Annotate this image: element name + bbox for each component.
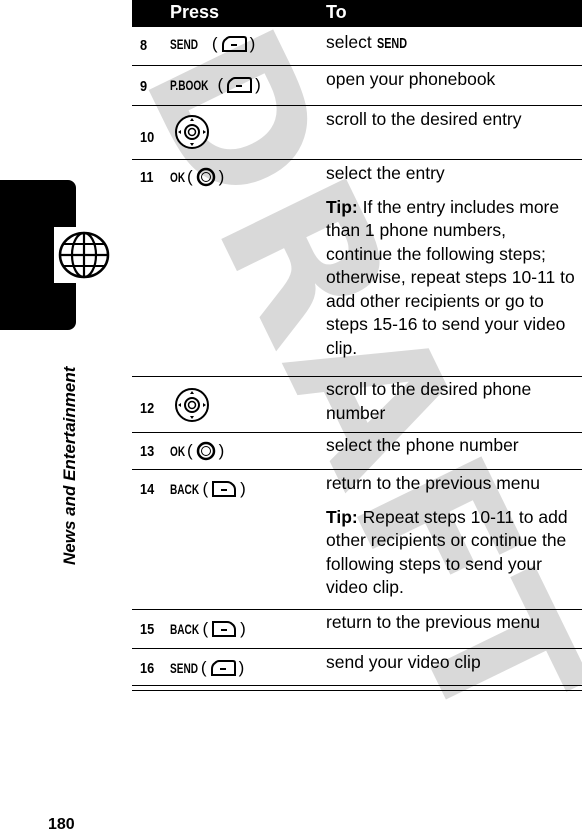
press-cell: BACK( ) (170, 619, 246, 638)
left-soft-key-icon (210, 660, 236, 676)
step-number: 11 (140, 169, 154, 186)
table-row: 15 BACK( ) return to the previous menu (132, 610, 582, 649)
to-cell: select SEND (326, 31, 576, 56)
header-to: To (326, 2, 347, 22)
tip-note: Tip: If the entry includes more than 1 p… (326, 196, 575, 358)
to-cell: return to the previous menu Tip: Repeat … (326, 472, 576, 600)
press-cell: OK( ) (170, 441, 225, 461)
press-cell: BACK( ) (170, 479, 246, 498)
table-row: 8 SEND( ) select SEND (132, 27, 582, 66)
press-cell: OK( ) (170, 167, 225, 187)
header-press: Press (170, 2, 220, 22)
to-cell: return to the previous menu (326, 612, 541, 632)
key-label: BACK (170, 621, 200, 637)
globe-icon (54, 227, 112, 283)
table-row: 9 P.BOOK( ) open your phonebook (132, 66, 582, 106)
step-number: 8 (140, 37, 148, 54)
press-cell: P.BOOK( ) (170, 75, 261, 94)
press-cell (174, 114, 210, 150)
key-label: OK (170, 443, 186, 459)
to-cell: send your video clip (326, 652, 481, 672)
left-soft-key-icon (221, 36, 247, 52)
table-row: 16 SEND( ) send your video clip (132, 649, 582, 686)
step-number: 12 (140, 400, 155, 417)
press-cell (174, 387, 210, 423)
table-end-rule (132, 690, 582, 691)
press-cell: SEND( ) (170, 34, 256, 53)
navigation-key-icon (175, 115, 209, 149)
press-cell: SEND( ) (170, 658, 245, 677)
section-label: News and Entertainment (60, 366, 79, 565)
page-number: 180 (48, 816, 75, 833)
step-number: 10 (140, 129, 155, 146)
table-header: Press To (132, 0, 582, 27)
to-cell: open your phonebook (326, 69, 496, 89)
step-number: 9 (140, 78, 148, 95)
to-cell: select the phone number (326, 435, 519, 455)
navigation-key-icon (175, 388, 209, 422)
right-soft-key-icon (212, 481, 237, 497)
to-cell: select the entry Tip: If the entry inclu… (326, 162, 576, 360)
key-label: BACK (170, 481, 200, 497)
key-label: OK (170, 169, 186, 185)
left-soft-key-icon (227, 77, 253, 93)
key-label: P.BOOK (170, 77, 209, 93)
table-row: 12 scroll to the desired phone number (132, 377, 582, 433)
right-soft-key-icon (212, 621, 237, 637)
step-number: 16 (140, 660, 155, 677)
center-select-key-icon (196, 167, 215, 187)
key-label: SEND (170, 36, 199, 52)
table-row: 14 BACK( ) return to the previous menu T… (132, 470, 582, 610)
tip-note: Tip: Repeat steps 10-11 to add other rec… (326, 506, 568, 598)
table-row: 10 scroll to the desired entry (132, 106, 582, 160)
step-number: 14 (140, 481, 155, 498)
table-row: 13 OK( ) select the phone number (132, 433, 582, 470)
step-number: 13 (140, 443, 155, 460)
softkey-label: SEND (376, 35, 407, 52)
to-cell: scroll to the desired phone number (326, 379, 532, 423)
center-select-key-icon (196, 441, 215, 461)
step-number: 15 (140, 621, 155, 638)
key-label: SEND (170, 660, 199, 676)
table-row: 11 OK( ) select the entry Tip: If the en… (132, 160, 582, 377)
to-cell: scroll to the desired entry (326, 109, 522, 129)
